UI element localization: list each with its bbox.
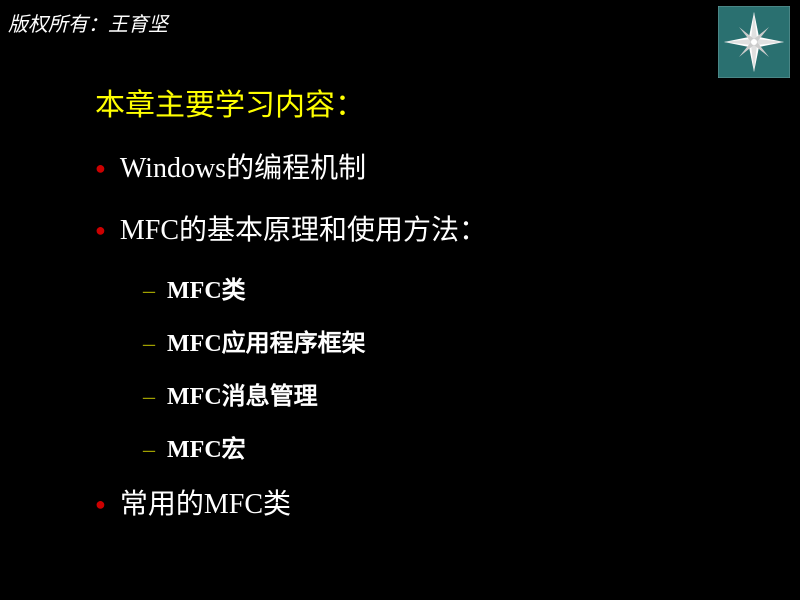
bullet-dot-icon: ● <box>95 220 106 241</box>
sub-bullet-text: MFC应用程序框架 <box>167 323 366 358</box>
sub-bullet-item: – MFC消息管理 <box>143 376 487 411</box>
dash-icon: – <box>143 331 155 358</box>
main-bullet-list-continued: ● 常用的MFC类 <box>95 482 487 522</box>
sub-bullet-item: – MFC宏 <box>143 429 487 464</box>
dash-icon: – <box>143 278 155 305</box>
sub-bullet-item: – MFC应用程序框架 <box>143 323 487 358</box>
sub-bullet-list: – MFC类 – MFC应用程序框架 – MFC消息管理 – MFC宏 <box>143 270 487 464</box>
bullet-text: MFC的基本原理和使用方法： <box>120 208 487 248</box>
compass-icon <box>718 6 790 78</box>
bullet-dot-icon: ● <box>95 158 106 179</box>
sub-bullet-text: MFC类 <box>167 270 246 305</box>
bullet-text: 常用的MFC类 <box>120 482 291 522</box>
section-heading: 本章主要学习内容： <box>95 80 487 124</box>
sub-bullet-text: MFC宏 <box>167 429 246 464</box>
dash-icon: – <box>143 384 155 411</box>
bullet-dot-icon: ● <box>95 494 106 515</box>
bullet-item: ● MFC的基本原理和使用方法： <box>95 208 487 248</box>
bullet-text: Windows的编程机制 <box>120 146 366 186</box>
slide-content: 本章主要学习内容： ● Windows的编程机制 ● MFC的基本原理和使用方法… <box>95 80 487 544</box>
main-bullet-list: ● Windows的编程机制 ● MFC的基本原理和使用方法： <box>95 146 487 248</box>
bullet-item: ● 常用的MFC类 <box>95 482 487 522</box>
sub-bullet-item: – MFC类 <box>143 270 487 305</box>
copyright-text: 版权所有：王育坚 <box>8 8 168 37</box>
sub-bullet-text: MFC消息管理 <box>167 376 318 411</box>
bullet-item: ● Windows的编程机制 <box>95 146 487 186</box>
dash-icon: – <box>143 437 155 464</box>
